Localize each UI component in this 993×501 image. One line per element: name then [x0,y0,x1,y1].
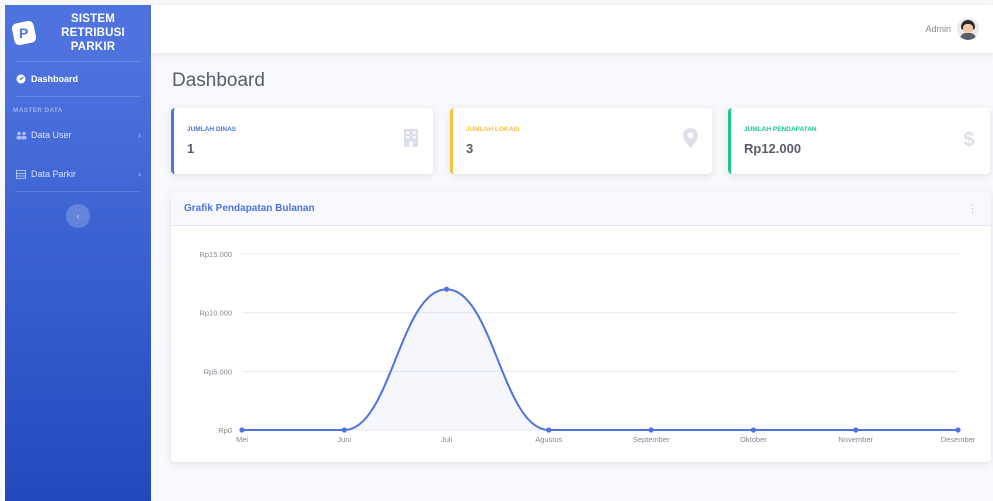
stat-title: JUMLAH PENDAPATAN [744,126,817,133]
sidebar-item-dashboard[interactable]: Dashboard [5,62,151,96]
x-tick-label: Desember [941,435,976,444]
sidebar: P SISTEM RETRIBUSI PARKIR Dashboard MAST… [5,5,151,501]
x-tick-label: Oktober [740,435,767,444]
stat-card-lokasi: JUMLAH LOKASI 3 [450,108,712,174]
chevron-right-icon: › [138,130,141,140]
data-point [853,427,859,433]
chart-card-header: Grafik Pendapatan Bulanan ⋮ [171,192,991,226]
y-tick-label: Rp10.000 [199,309,232,318]
sidebar-item-data-parkir[interactable]: Data Parkir › [5,157,151,191]
tachometer-icon [15,74,27,84]
sidebar-item-data-user[interactable]: Data User › [5,118,151,152]
x-tick-label: Mei [236,435,248,444]
stat-title: JUMLAH LOKASI [466,126,520,133]
sidebar-brand[interactable]: P SISTEM RETRIBUSI PARKIR [5,5,151,61]
series-area [242,289,958,430]
x-tick-label: Agustus [535,435,562,444]
data-point [750,427,757,433]
user-name[interactable]: Admin [925,24,951,34]
brand-title: SISTEM RETRIBUSI PARKIR [61,13,125,53]
stat-value: 1 [187,141,195,156]
building-icon [403,128,419,154]
y-tick-label: Rp5.000 [204,367,232,376]
sidebar-item-label: Data Parkir [31,169,77,179]
data-point [443,286,450,292]
stat-card-dinas: JUMLAH DINAS 1 [171,108,433,174]
x-tick-label: Juni [337,435,351,444]
x-tick-label: November [838,435,873,444]
data-point [648,427,654,433]
chevron-right-icon: › [138,169,141,179]
sidebar-divider [15,191,141,192]
more-vertical-icon[interactable]: ⋮ [967,202,978,215]
sidebar-toggle-button[interactable]: ‹ [66,204,90,228]
parking-logo-icon: P [10,19,38,47]
data-point [341,427,347,433]
map-marker-icon [683,128,698,154]
line-chart: Rp0 Rp5.000 Rp10.000 Rp15.000 Mei Juni Juli Agu… [199,250,976,444]
chart-area: Rp0 Rp5.000 Rp10.000 Rp15.000 Mei Juni Juli Agu… [171,226,991,462]
stat-value: 3 [466,141,474,156]
x-tick-label: September [633,435,670,444]
data-point [239,427,245,433]
table-icon [15,169,27,179]
x-tick-label: Juli [441,435,453,444]
y-tick-label: Rp15.000 [199,250,232,259]
users-icon [15,131,27,140]
y-tick-label: Rp0 [218,426,232,435]
sidebar-item-label: Data User [31,130,72,140]
data-point [546,427,552,433]
stat-title: JUMLAH DINAS [187,126,237,133]
stat-card-pendapatan: JUMLAH PENDAPATAN Rp12.000 $ [728,108,990,174]
page-title: Dashboard [172,70,265,91]
avatar[interactable] [957,18,979,40]
chart-title: Grafik Pendapatan Bulanan [184,203,315,214]
data-point [955,427,961,433]
series-line [242,288,958,431]
svg-text:$: $ [963,129,974,150]
chart-card: Grafik Pendapatan Bulanan ⋮ Rp0 Rp5.000 Rp… [171,192,991,462]
sidebar-heading: MASTER DATA [13,107,63,114]
sidebar-item-label: Dashboard [31,74,79,84]
dollar-icon: $ [962,128,976,156]
chevron-left-icon: ‹ [76,211,80,221]
stat-value: Rp12.000 [744,141,802,156]
topbar: Admin [151,5,993,53]
